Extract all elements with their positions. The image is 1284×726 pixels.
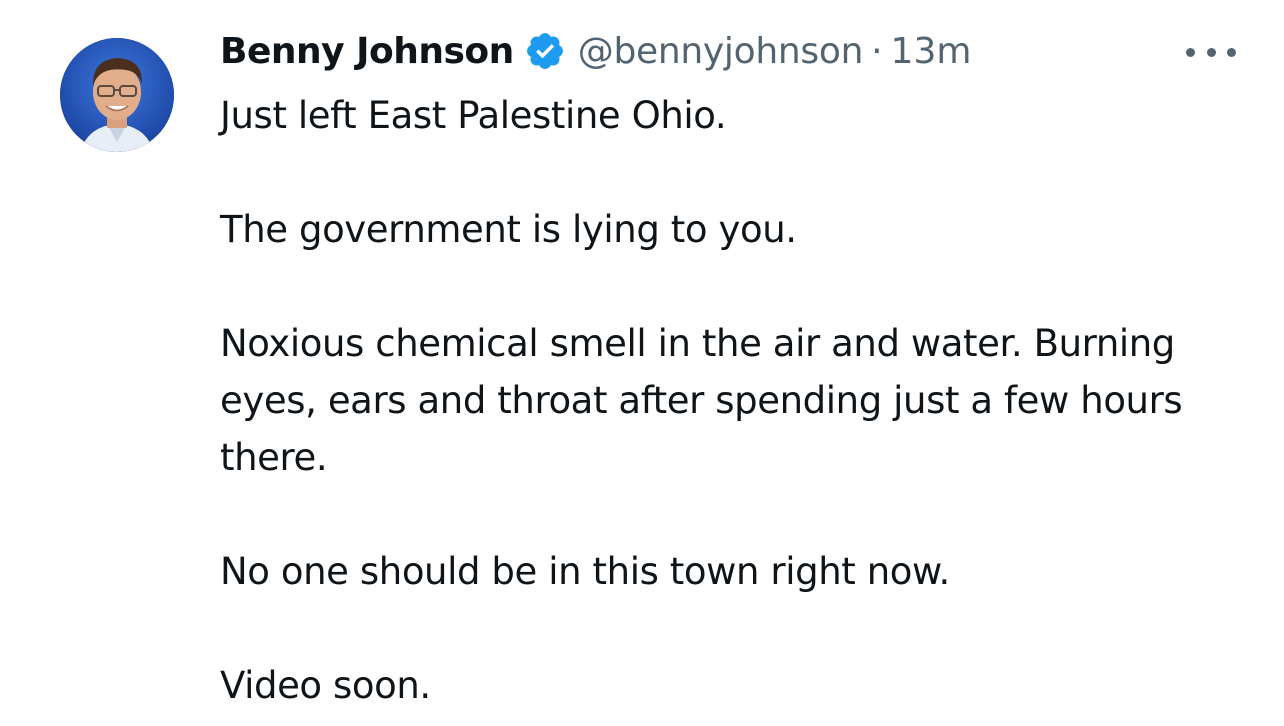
tweet-text: Just left East Palestine Ohio. The gover… — [220, 87, 1260, 714]
tweet-paragraph: Noxious chemical smell in the air and wa… — [220, 322, 1183, 479]
avatar-image — [60, 38, 174, 152]
tweet-paragraph: Video soon. — [220, 664, 431, 707]
tweet-paragraph: Just left East Palestine Ohio. — [220, 94, 727, 137]
avatar[interactable] — [60, 38, 174, 152]
handle[interactable]: @bennyjohnson — [578, 31, 864, 72]
tweet-paragraph: No one should be in this town right now. — [220, 550, 950, 593]
more-dot — [1206, 47, 1216, 57]
more-dot — [1186, 47, 1195, 57]
timestamp[interactable]: 13m — [891, 31, 972, 72]
more-dot — [1227, 47, 1236, 57]
verified-badge-icon[interactable] — [524, 30, 566, 72]
separator-dot: · — [871, 30, 883, 72]
tweet: Benny Johnson @bennyjohnson · 13m Just l… — [0, 0, 1284, 726]
display-name[interactable]: Benny Johnson — [220, 31, 514, 72]
tweet-header: Benny Johnson @bennyjohnson · 13m — [220, 26, 971, 76]
more-options-icon[interactable] — [1186, 34, 1236, 70]
tweet-paragraph: The government is lying to you. — [220, 208, 797, 251]
